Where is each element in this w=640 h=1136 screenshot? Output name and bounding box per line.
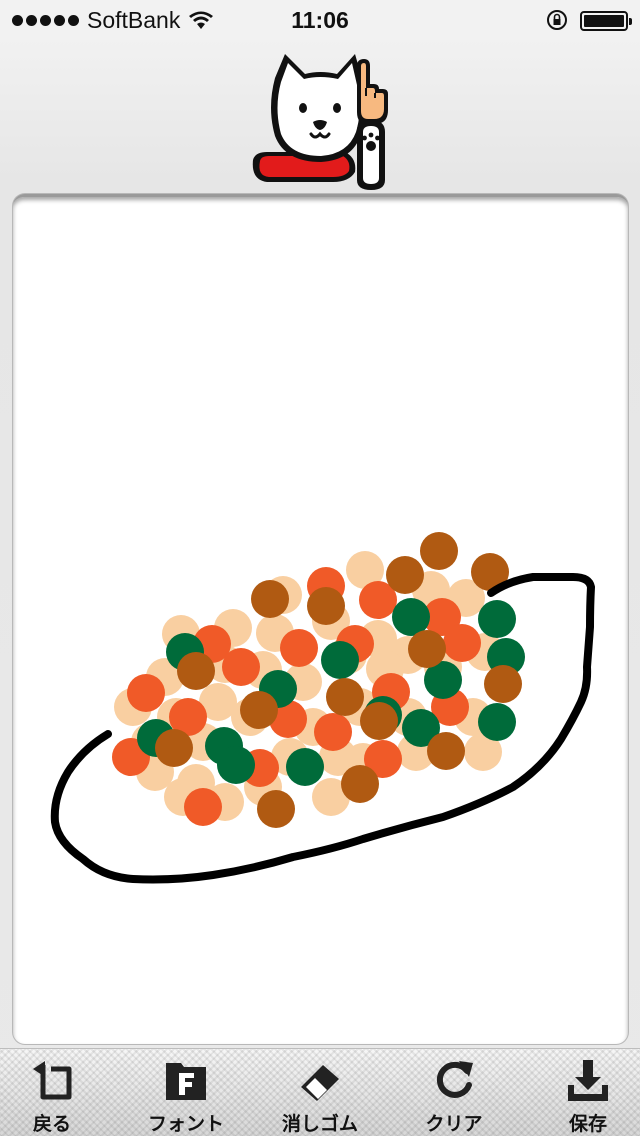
font-button[interactable]: フォント [140, 1049, 232, 1136]
bottom-toolbar: 戻る フォント 消しゴム クリア 保存 [0, 1048, 640, 1136]
clear-label: クリア [425, 1113, 483, 1135]
drawing-surface[interactable] [13, 197, 628, 1047]
undo-button[interactable]: 戻る [6, 1049, 98, 1136]
undo-icon [33, 1061, 72, 1100]
orientation-lock-icon [547, 10, 567, 30]
save-label: 保存 [568, 1113, 607, 1135]
status-time: 11:06 [291, 6, 349, 33]
save-icon [568, 1060, 608, 1101]
font-icon [166, 1063, 206, 1100]
font-label: フォント [147, 1113, 224, 1135]
eraser-icon [301, 1065, 339, 1101]
eraser-button[interactable]: 消しゴム [274, 1049, 366, 1136]
eraser-label: 消しゴム [281, 1113, 358, 1135]
undo-label: 戻る [32, 1113, 71, 1135]
status-bar: SoftBank 11:06 [0, 0, 640, 40]
drawing-canvas[interactable] [13, 194, 628, 1044]
clear-button[interactable]: クリア [408, 1049, 500, 1136]
white-dog-mascot-icon [252, 54, 388, 190]
clear-icon [436, 1061, 473, 1098]
save-button[interactable]: 保存 [542, 1049, 634, 1136]
battery-icon [580, 11, 632, 31]
